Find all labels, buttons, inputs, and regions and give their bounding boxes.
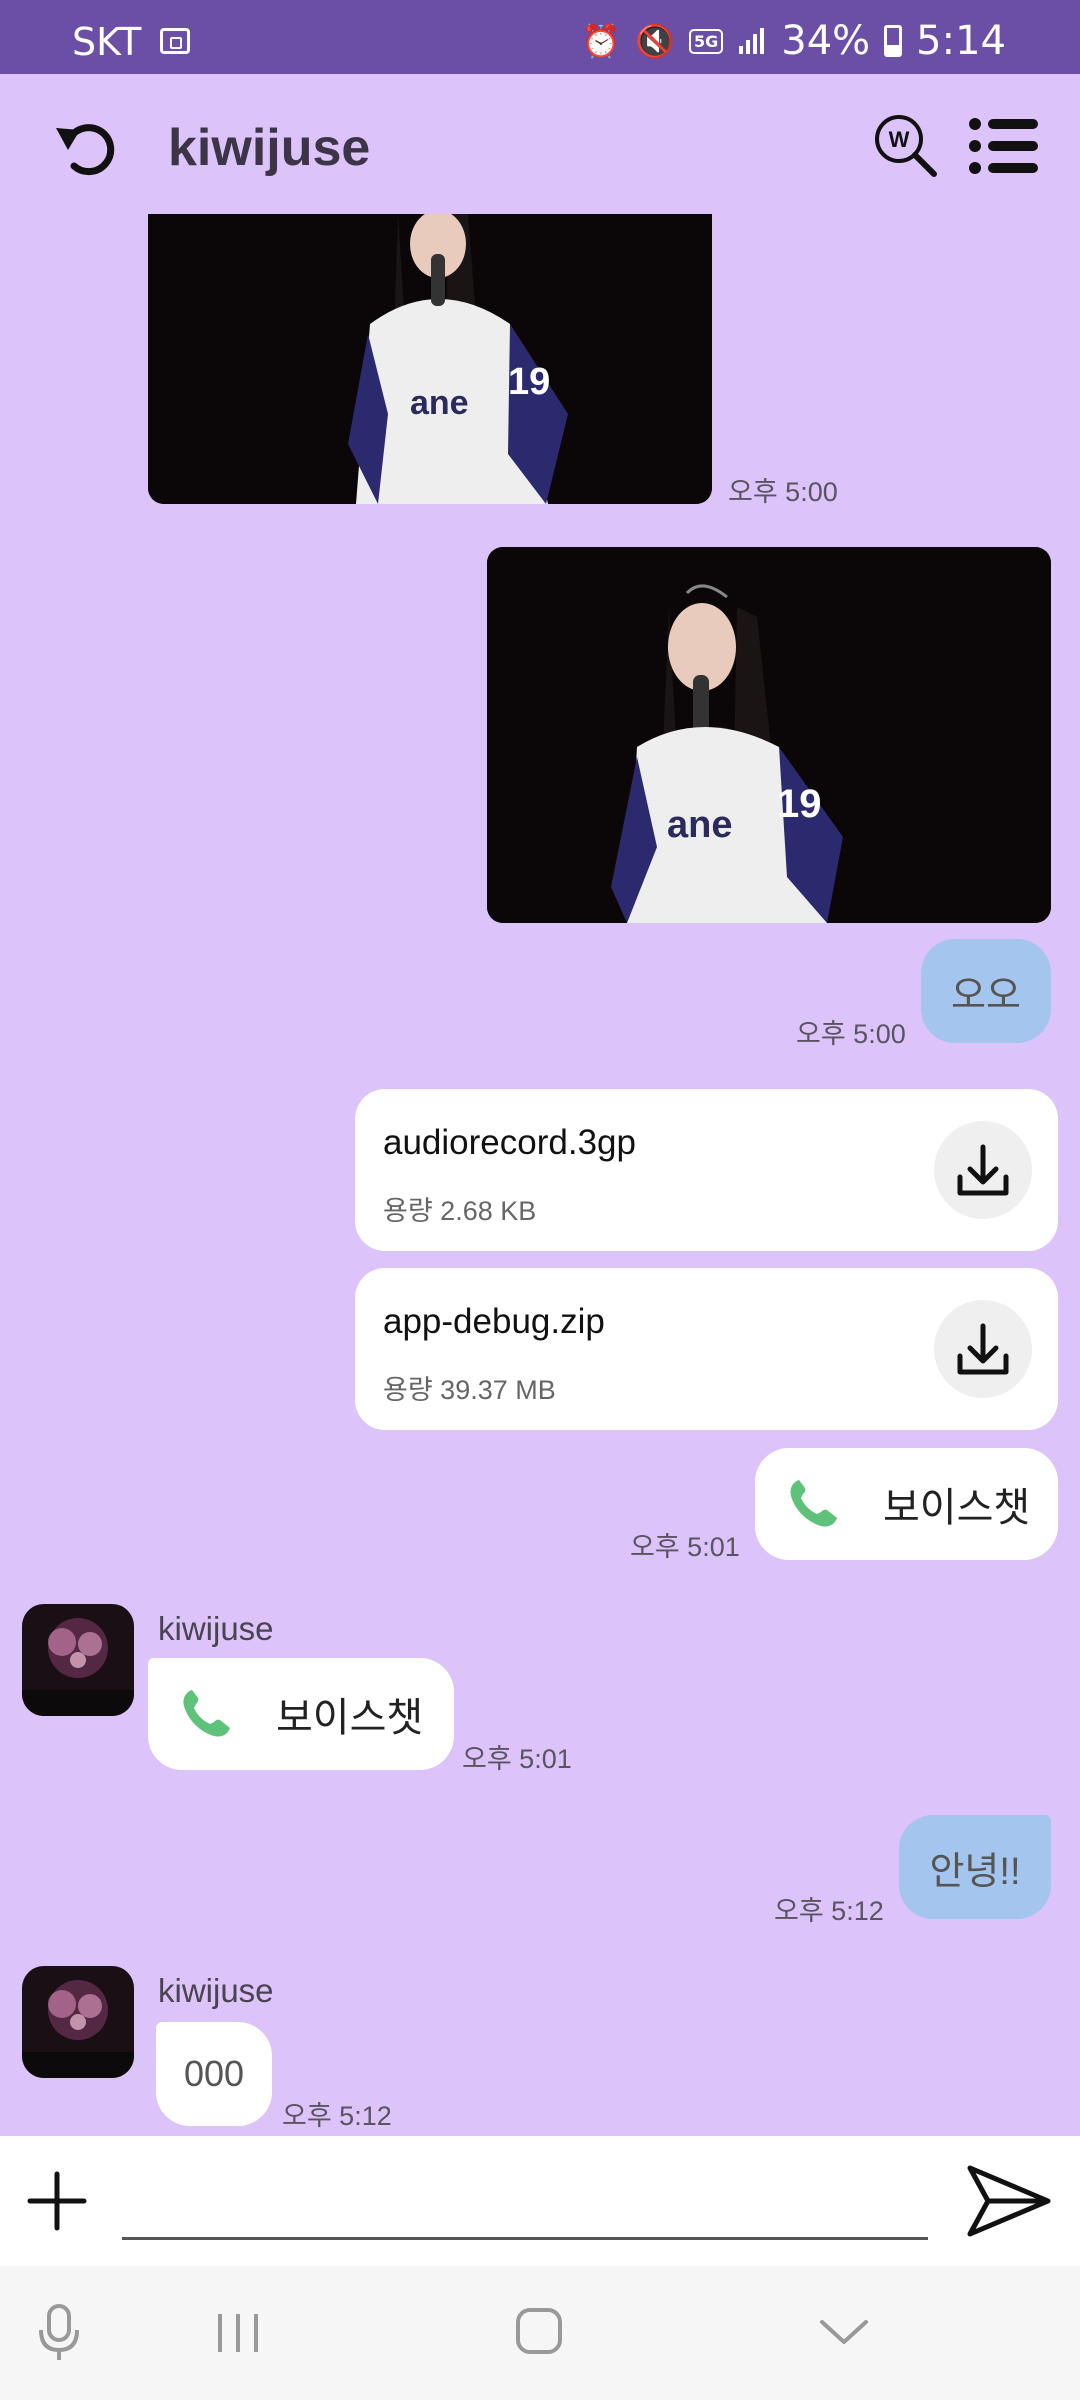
app-header: kiwijuse W [0,74,1080,214]
voice-chat-label: 보이스챗 [883,1486,1031,1530]
battery-icon [884,25,903,57]
svg-text:W: W [889,127,910,152]
message-time: 오후 5:00 [796,1019,906,1049]
fireworks-avatar-image [22,1604,134,1716]
alarm-icon: ⏰ [581,22,622,60]
mic-icon[interactable] [36,2302,82,2364]
concert-photo: ane 19 [487,547,1051,923]
avatar[interactable] [22,1604,134,1716]
avatar[interactable] [22,1966,134,2078]
download-icon [957,1323,1009,1375]
my-text-bubble[interactable]: 안녕!! [899,1815,1051,1919]
sender-name: kiwijuse [158,1972,274,2009]
phone-icon [183,1690,230,1737]
download-button[interactable] [934,1300,1032,1398]
carrier-label: SKT [72,20,142,64]
concert-photo: ane 19 [148,214,712,504]
signal-icon [739,28,765,54]
file-size: 용량 2.68 KB [383,1196,537,1226]
message-time: 오후 5:01 [630,1532,740,1562]
message-time: 오후 5:12 [282,2101,392,2131]
my-text-bubble[interactable]: 오오 [921,939,1051,1043]
message-time: 오후 5:00 [728,477,838,507]
voice-chat-bubble[interactable]: 보이스챗 [148,1658,454,1770]
home-icon[interactable] [514,2306,564,2356]
chat-image-message[interactable]: ane 19 [487,547,1051,923]
mute-icon: 🔇 [635,22,675,60]
svg-text:19: 19 [777,782,822,826]
message-input-bar [0,2136,1080,2266]
message-input[interactable] [122,2156,928,2240]
recent-apps-icon[interactable] [214,2310,262,2356]
message-time: 오후 5:01 [462,1744,572,1774]
voice-chat-bubble[interactable]: 보이스챗 [755,1448,1058,1560]
menu-list-icon[interactable] [968,116,1040,176]
fireworks-avatar-image [22,1966,134,2078]
clock: 5:14 [916,18,1006,64]
other-text-bubble[interactable]: 000 [156,2022,272,2126]
message-text: 오오 [951,974,1021,1017]
hide-keyboard-icon[interactable] [818,2316,870,2348]
file-attachment-card[interactable]: app-debug.zip 용량 39.37 MB [355,1268,1058,1430]
svg-text:ane: ane [667,804,732,846]
message-text: 000 [183,2053,245,2094]
file-name: app-debug.zip [383,1302,605,1341]
download-icon [957,1144,1009,1196]
back-icon[interactable] [48,112,120,184]
send-icon[interactable] [966,2162,1052,2240]
screen-capture-icon [160,28,190,54]
chat-image-message[interactable]: ane 19 [148,214,712,504]
system-nav-bar [0,2266,1080,2400]
file-name: audiorecord.3gp [383,1123,636,1162]
battery-percent: 34% [781,18,871,64]
sender-name: kiwijuse [158,1610,274,1647]
status-bar: SKT ⏰ 🔇 5G 34% 5:14 [0,0,1080,74]
status-icons: ⏰ 🔇 5G 34% 5:14 [581,18,1006,64]
svg-text:ane: ane [410,384,469,422]
chat-title: kiwijuse [168,119,371,177]
message-text: 안녕!! [929,1850,1021,1893]
phone-icon [790,1480,837,1527]
download-button[interactable] [934,1121,1032,1219]
file-size: 용량 39.37 MB [383,1375,556,1405]
network-5g-badge: 5G [689,28,724,54]
svg-text:19: 19 [508,361,550,403]
search-icon[interactable]: W [872,112,938,178]
message-time: 오후 5:12 [774,1896,884,1926]
voice-chat-label: 보이스챗 [276,1696,424,1740]
file-attachment-card[interactable]: audiorecord.3gp 용량 2.68 KB [355,1089,1058,1251]
plus-icon[interactable] [24,2168,90,2234]
